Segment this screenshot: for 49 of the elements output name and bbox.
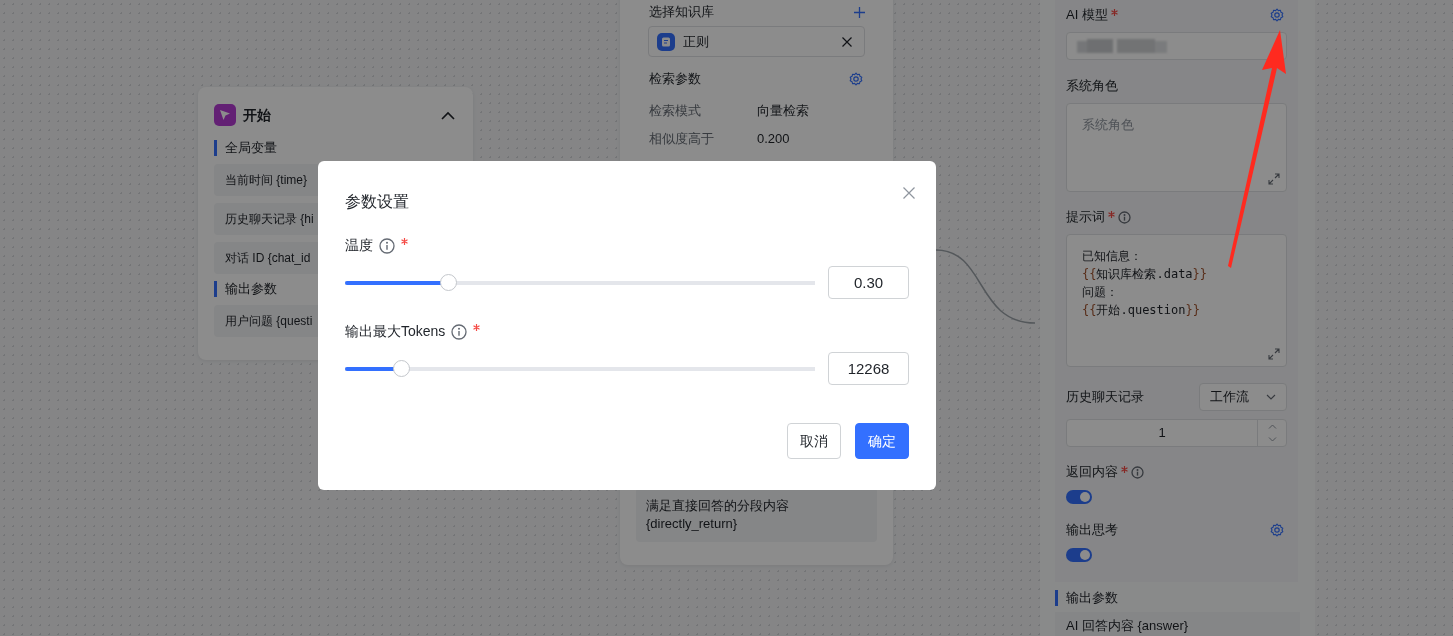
field-label: 历史聊天记录	[1066, 388, 1144, 407]
settings-icon[interactable]	[849, 72, 863, 86]
cancel-button[interactable]: 取消	[787, 423, 841, 459]
close-icon[interactable]	[842, 36, 852, 47]
info-icon	[451, 323, 468, 340]
history-mode-select[interactable]: 工作流	[1199, 383, 1287, 411]
param-value: 0.200	[757, 130, 790, 149]
slider-thumb[interactable]	[440, 274, 458, 291]
info-icon	[1118, 210, 1131, 224]
section-heading: 全局变量	[214, 140, 457, 156]
prompt-line: 已知信息：	[1082, 248, 1143, 265]
toggle-switch[interactable]	[1066, 548, 1092, 562]
prompt-line: 问题：	[1082, 284, 1119, 301]
field-label: 系统角色	[1066, 77, 1119, 95]
info-icon	[1131, 465, 1144, 479]
chevron-down-icon	[1266, 394, 1276, 400]
field-label: 提示词	[1066, 208, 1105, 226]
field-label: AI 模型	[1066, 6, 1108, 24]
placeholder-text: 系统角色	[1082, 117, 1134, 132]
prompt-line: {{开始.question}}	[1082, 302, 1201, 319]
knowledge-base-name: 正则	[683, 32, 709, 51]
param-value: 向量检索	[757, 102, 809, 121]
expand-icon[interactable]	[1268, 348, 1280, 360]
section-title: 检索参数	[649, 70, 701, 89]
field-label: 输出思考	[1066, 521, 1118, 539]
add-icon[interactable]	[854, 6, 865, 18]
confirm-button[interactable]: 确定	[855, 423, 909, 459]
prompt-textarea[interactable]: 已知信息： {{知识库检索.data}} 问题： {{开始.question}}	[1066, 234, 1287, 367]
close-icon[interactable]	[903, 187, 915, 199]
expand-icon[interactable]	[1268, 173, 1280, 185]
output-item: 满足直接回答的分段内容 {directly_return}	[646, 497, 790, 533]
param-label: 检索模式	[649, 102, 702, 121]
field-label: 选择知识库	[649, 3, 714, 22]
value-input[interactable]: 12268	[828, 352, 909, 385]
field-label: 返回内容	[1066, 463, 1118, 481]
slider-thumb[interactable]	[393, 360, 411, 377]
prompt-line: {{知识库检索.data}}	[1082, 266, 1209, 283]
section-heading: 输出参数	[1055, 590, 1300, 606]
settings-icon[interactable]	[1270, 8, 1284, 22]
collapse-icon[interactable]	[441, 110, 455, 120]
toggle-switch[interactable]	[1066, 490, 1092, 504]
output-item: AI 回答内容 {answer}	[1055, 612, 1300, 636]
document-icon	[657, 32, 675, 51]
settings-icon[interactable]	[1270, 523, 1284, 537]
value-input[interactable]: 0.30	[828, 266, 909, 299]
param-label: 相似度高于	[649, 130, 715, 149]
node-title: 开始	[243, 105, 271, 125]
cursor-icon	[214, 104, 236, 126]
info-icon	[379, 237, 395, 254]
